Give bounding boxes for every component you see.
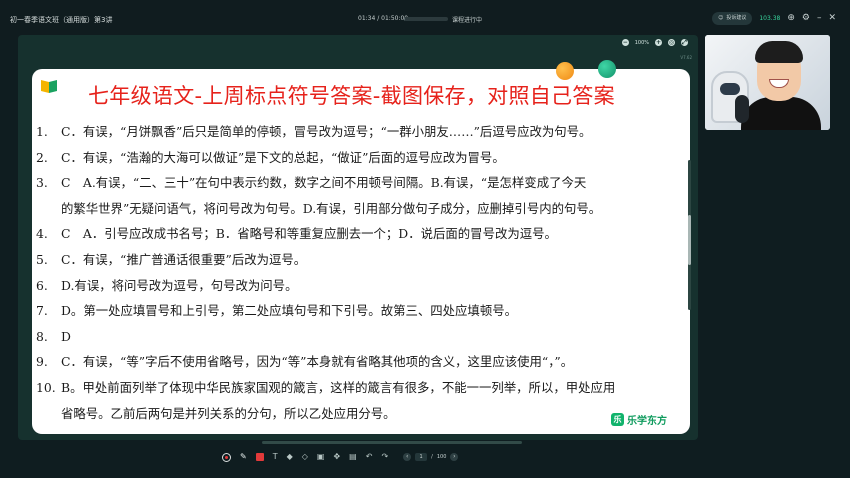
answer-text: C．有误，“浩瀚的大海可以做证”是下文的总起，“做证”后面的逗号应改为冒号。 [61, 149, 505, 165]
answer-item: 8. D [36, 324, 696, 350]
answer-number: 9. [36, 354, 48, 370]
decor-orange-ball [556, 62, 574, 80]
vertical-scrollbar[interactable] [688, 160, 691, 310]
delete-icon[interactable]: ▤ [349, 451, 357, 463]
answer-text: D。第一处应填冒号和上引号，第二处应填句号和下引号。故第三、四处应填顿号。 [61, 303, 517, 319]
answer-number: 10. [36, 379, 56, 395]
zoom-in-icon[interactable]: + [655, 39, 662, 46]
answer-item: 省略号。乙前后两句是并列关系的分句，所以乙处应用分号。 [36, 401, 696, 427]
classroom-app: 初一春季语文班（通用版）第3讲 01:34 / 01:50:00 课程进行中 ☺… [0, 0, 850, 478]
color-icon[interactable] [255, 453, 264, 461]
answer-item: 6. D.有误，将问号改为逗号，句号改为问号。 [36, 273, 696, 299]
answer-number: 8. [36, 328, 48, 344]
answer-item: 3. C A.有误，“二、三十”在句中表示约数，数字之间不用顿号间隔。B.有误，“… [36, 170, 696, 196]
time-readout: 01:34 / 01:50:00 [358, 15, 408, 22]
answer-text: C．有误，“月饼飘香”后只是简单的停顿，冒号改为逗号；“一群小朋友……”后逗号应… [61, 124, 592, 139]
brand-mark-icon: 乐 [611, 412, 624, 426]
answer-text: 省略号。乙前后两句是并列关系的分句，所以乙处应用分号。 [61, 405, 396, 421]
close-icon[interactable]: ✕ [828, 14, 836, 23]
zoom-out-icon[interactable]: − [621, 39, 629, 46]
settings-icon[interactable]: ⚙ [802, 14, 810, 23]
vertical-scrollbar-thumb[interactable] [688, 215, 691, 265]
playback-progress[interactable] [404, 17, 448, 21]
answer-number: 4. [36, 226, 48, 242]
brand-name: 乐学东方 [627, 415, 667, 427]
network-speed: 103.38 [759, 15, 781, 22]
answer-number: 7. [36, 303, 48, 319]
answer-number: 3. [36, 175, 48, 191]
teacher-hair [755, 41, 803, 63]
minimize-icon[interactable]: – [817, 14, 822, 23]
text-icon[interactable]: T [273, 451, 278, 463]
top-right-controls: ☺ 投诉建议 103.38 ⊕ ⚙ – ✕ [712, 12, 836, 25]
answer-text: D.有误，将问号改为逗号，句号改为问号。 [61, 277, 298, 293]
report-button[interactable]: ☺ 投诉建议 [712, 12, 753, 25]
answer-item: 2. C．有误，“浩瀚的大海可以做证”是下文的总起，“做证”后面的逗号应改为冒号。 [36, 145, 696, 171]
page-current[interactable]: 1 [415, 453, 428, 461]
fit-icon[interactable]: ◎ [668, 39, 675, 46]
answer-item: 7. D。第一处应填冒号和上引号，第二处应填句号和下引号。故第三、四处应填顿号。 [36, 298, 696, 324]
time-current: 01:34 [358, 15, 376, 22]
page-separator: / [431, 454, 433, 460]
redo-icon[interactable]: ↷ [381, 451, 388, 463]
clear-icon[interactable]: ▣ [317, 451, 325, 463]
slide-toolbar: − 100% + ◎ ⤢ [621, 39, 688, 46]
answer-text: 的繁华世界”无疑问语气，将问号改为句号。D.有误，引用部分做句子成分，应删掉引号… [61, 200, 602, 216]
answer-item: 1. C．有误，“月饼飘香”后只是简单的停顿，冒号改为逗号；“一群小朋友……”后逗… [36, 119, 696, 145]
move-icon[interactable]: ✥ [333, 451, 340, 463]
teacher-video[interactable] [705, 35, 830, 130]
answer-text: C．有误，“等”字后不使用省略号，因为“等”本身就有省略其他项的含义，这里应该使… [61, 354, 574, 370]
answer-number: 6. [36, 277, 48, 293]
answer-item: 5. C．有误，“推广普通话很重要”后改为逗号。 [36, 247, 696, 273]
top-bar: 初一春季语文班（通用版）第3讲 01:34 / 01:50:00 课程进行中 ☺… [0, 0, 850, 40]
page-total: 100 [436, 454, 447, 460]
page-navigator: ‹ 1 / 100 › [403, 453, 459, 461]
slide-code: V7.62 [680, 55, 692, 60]
drawing-toolbar: ✎ T ◆ ◇ ▣ ✥ ▤ ↶ ↷ ‹ 1 / 100 › [222, 451, 459, 463]
answer-text: B。甲处前面列举了体现中华民族家国观的箴言，这样的箴言有很多，不能一一列举，所以… [61, 379, 616, 395]
decor-green-ball [598, 60, 616, 78]
answer-item: 10. B。甲处前面列举了体现中华民族家国观的箴言，这样的箴言有很多，不能一一列举… [36, 375, 696, 401]
brand-logo: 乐 乐学东方 [611, 411, 667, 427]
answer-number: 5. [36, 251, 48, 267]
answer-item: 9. C．有误，“等”字后不使用省略号，因为“等”本身就有省略其他项的含义，这里应… [36, 349, 696, 375]
answer-text: D [61, 328, 71, 344]
shape-icon[interactable]: ◇ [302, 451, 308, 463]
fullscreen-icon[interactable]: ⤢ [681, 39, 688, 46]
search-icon[interactable]: ⊕ [787, 14, 795, 23]
answer-number: 1. [36, 124, 48, 139]
report-icon: ☺ [718, 15, 724, 21]
record-icon[interactable] [222, 452, 231, 462]
slide-title: 七年级语文-上周标点符号答案-截图保存，对照自己答案 [88, 84, 615, 108]
playback-progress-fill [404, 17, 405, 21]
answer-text: C．有误，“推广普通话很重要”后改为逗号。 [61, 251, 307, 267]
next-page-icon[interactable]: › [450, 453, 459, 461]
eraser-icon[interactable]: ◆ [287, 451, 293, 463]
undo-icon[interactable]: ↶ [366, 451, 373, 463]
book-icon [41, 80, 57, 93]
answer-text: C A.有误，“二、三十”在句中表示约数，数字之间不用顿号间隔。B.有误，“是怎… [61, 175, 587, 191]
zoom-level: 100% [634, 39, 649, 46]
microphone [735, 95, 749, 123]
answer-number: 2. [36, 149, 48, 165]
course-title: 初一春季语文班（通用版）第3讲 [10, 16, 113, 24]
answer-item: 的繁华世界”无疑问语气，将问号改为句号。D.有误，引用部分做句子成分，应删掉引号… [36, 196, 696, 222]
answer-item: 4. C A．引号应改成书名号；B．省略号和等重复应删去一个；D．说后面的冒号改为… [36, 221, 696, 247]
answer-text: C A．引号应改成书名号；B．省略号和等重复应删去一个；D．说后面的冒号改为逗号… [61, 226, 557, 242]
answer-list: 1. C．有误，“月饼飘香”后只是简单的停顿，冒号改为逗号；“一群小朋友……”后逗… [36, 119, 696, 426]
prev-page-icon[interactable]: ‹ [403, 453, 412, 461]
time-separator: / [377, 15, 380, 22]
report-label: 投诉建议 [726, 15, 747, 21]
pen-icon[interactable]: ✎ [240, 451, 247, 463]
horizontal-scrollbar[interactable] [262, 441, 522, 444]
class-status: 课程进行中 [452, 17, 483, 24]
